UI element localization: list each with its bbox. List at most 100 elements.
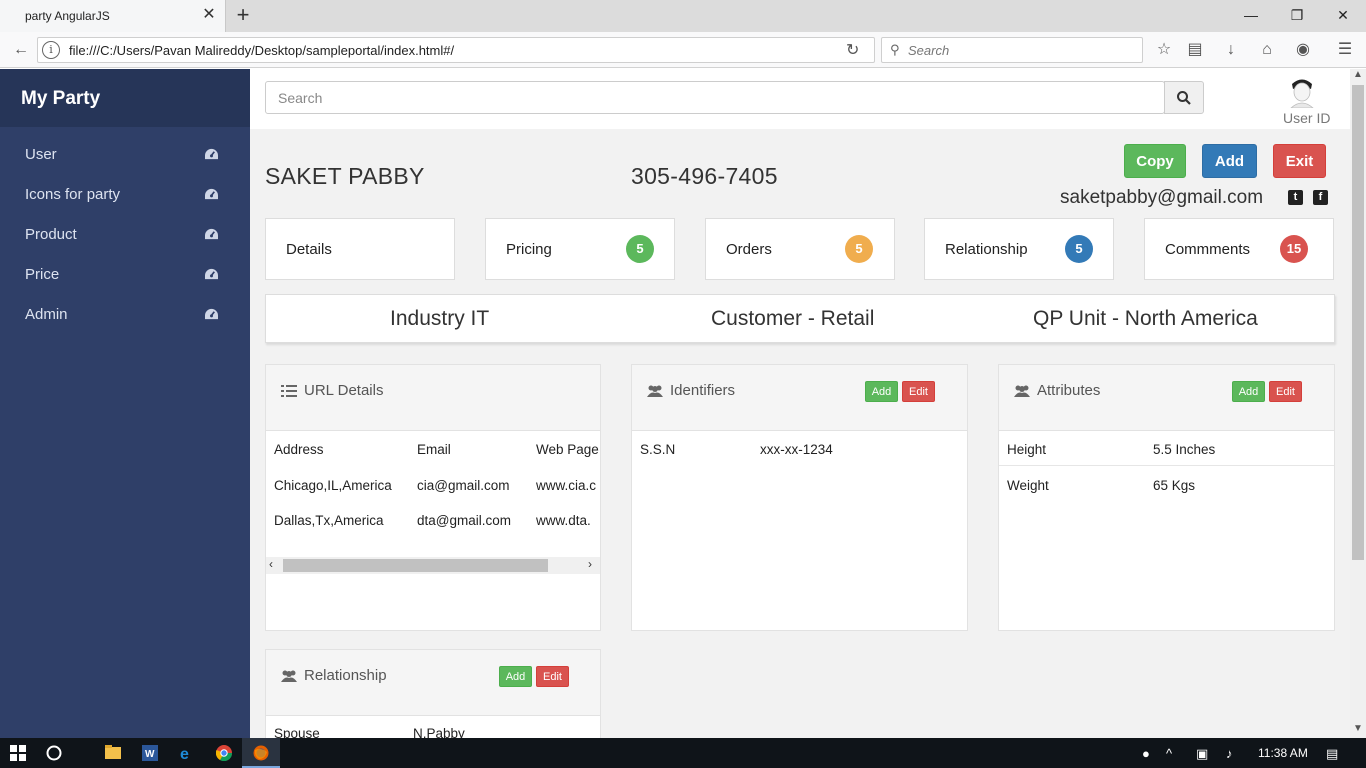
sidebar-item-price[interactable]: Price	[0, 254, 250, 294]
back-icon[interactable]: ←	[10, 40, 32, 60]
taskbar: W e ● ^ ▣ ♪ 11:38 AM ▤	[0, 738, 1366, 768]
vertical-scrollbar[interactable]: ▲ ▼	[1350, 69, 1366, 738]
browser-tab[interactable]: party AngularJS ✕	[0, 0, 226, 32]
identifiers-edit-button[interactable]: Edit	[902, 381, 935, 402]
brand-title: My Party	[21, 88, 101, 109]
url-details-panel: URL Details Address Email Web Page Chica…	[265, 364, 601, 631]
chrome-icon[interactable]	[205, 738, 243, 768]
sidebar-item-product[interactable]: Product	[0, 214, 250, 254]
party-email: saketpabby@gmail.com	[1060, 187, 1264, 208]
scroll-thumb[interactable]	[1352, 85, 1364, 560]
home-icon[interactable]: ⌂	[1256, 40, 1278, 60]
table-cell: www.dta.	[536, 513, 591, 528]
twitter-icon[interactable]: t	[1288, 190, 1303, 205]
user-avatar-icon[interactable]	[1289, 78, 1315, 108]
table-cell: xxx-xx-1234	[760, 442, 833, 457]
relationship-panel: Relationship Add Edit Spouse N.Pabby	[265, 649, 601, 738]
relationship-add-button[interactable]: Add	[499, 666, 532, 687]
reading-list-icon[interactable]: ▤	[1184, 40, 1206, 60]
menu-icon[interactable]: ☰	[1334, 40, 1356, 60]
stat-label: Relationship	[945, 241, 1028, 258]
table-cell: N.Pabby	[413, 726, 465, 738]
edge-icon[interactable]: e	[168, 738, 206, 768]
dashboard-icon	[205, 268, 218, 280]
info-icon[interactable]: i	[42, 41, 60, 59]
show-hidden-icons-icon[interactable]: ^	[1166, 746, 1172, 761]
table-cell: Height	[1007, 442, 1047, 457]
sidebar-item-user[interactable]: User	[0, 134, 250, 174]
minimize-icon[interactable]: —	[1236, 4, 1266, 26]
column-header: Email	[417, 442, 451, 457]
party-phone: 305-496-7405	[631, 163, 778, 189]
firefox-icon[interactable]	[242, 738, 280, 768]
close-tab-icon[interactable]: ✕	[200, 6, 218, 24]
tab-pricing[interactable]: Pricing 5	[485, 218, 675, 280]
search-group	[265, 81, 1204, 114]
sidebar-item-icons-for-party[interactable]: Icons for party	[0, 174, 250, 214]
sidebar-item-admin[interactable]: Admin	[0, 294, 250, 334]
dashboard-icon	[205, 148, 218, 160]
dashboard-icon	[205, 228, 218, 240]
list-icon	[281, 385, 297, 397]
stat-label: Orders	[726, 241, 772, 258]
scroll-left-icon[interactable]: ‹	[269, 557, 273, 571]
search-input[interactable]	[266, 82, 1146, 113]
search-button[interactable]	[1164, 81, 1204, 114]
attributes-edit-button[interactable]: Edit	[1269, 381, 1302, 402]
network-icon[interactable]: ▣	[1196, 746, 1208, 762]
windows-start-icon[interactable]	[10, 745, 26, 761]
attributes-add-button[interactable]: Add	[1232, 381, 1265, 402]
scroll-right-icon[interactable]: ›	[588, 557, 592, 571]
count-badge: 15	[1280, 235, 1308, 263]
users-icon	[281, 670, 297, 682]
scroll-up-icon[interactable]: ▲	[1353, 69, 1363, 80]
relationship-edit-button[interactable]: Edit	[536, 666, 569, 687]
horizontal-scrollbar[interactable]: ‹ ›	[266, 557, 600, 574]
industry-label: Industry IT	[390, 307, 490, 330]
window-close-icon[interactable]: ✕	[1328, 4, 1358, 26]
tab-orders[interactable]: Orders 5	[705, 218, 895, 280]
download-icon[interactable]: ↓	[1220, 40, 1242, 60]
sidebar: My Party User Icons for party Product Pr…	[0, 69, 250, 738]
tab-relationship[interactable]: Relationship 5	[924, 218, 1114, 280]
tab-details[interactable]: Details	[265, 218, 455, 280]
pocket-icon[interactable]: ◉	[1292, 40, 1314, 60]
clock[interactable]: 11:38 AM	[1258, 746, 1308, 760]
tray-notification-app-icon[interactable]: ●	[1142, 746, 1150, 761]
column-header: Address	[274, 442, 324, 457]
scroll-thumb[interactable]	[283, 559, 548, 572]
volume-icon[interactable]: ♪	[1226, 746, 1233, 761]
add-button[interactable]: Add	[1202, 144, 1257, 178]
file-explorer-icon[interactable]	[94, 738, 132, 768]
user-id-label[interactable]: User ID	[1283, 110, 1330, 126]
bookmark-star-icon[interactable]: ☆	[1153, 40, 1175, 60]
panel-header: Identifiers Add Edit	[632, 365, 967, 431]
restore-icon[interactable]: ❐	[1282, 4, 1312, 26]
panel-header: Relationship Add Edit	[266, 650, 600, 716]
count-badge: 5	[1065, 235, 1093, 263]
word-icon[interactable]: W	[131, 738, 169, 768]
column-header: Web Page	[536, 442, 599, 457]
search-icon: ⚲	[890, 42, 900, 57]
panel-title: Identifiers	[670, 382, 736, 399]
browser-tab-bar: party AngularJS ✕ + — ❐ ✕	[0, 0, 1366, 32]
new-tab-icon[interactable]: +	[232, 4, 254, 26]
identifiers-add-button[interactable]: Add	[865, 381, 898, 402]
tab-title: party AngularJS	[25, 9, 110, 23]
copy-button[interactable]: Copy	[1124, 144, 1186, 178]
facebook-icon[interactable]: f	[1313, 190, 1328, 205]
browser-nav-bar: ← i file:///C:/Users/Pavan Malireddy/Des…	[0, 32, 1366, 68]
address-bar[interactable]: i file:///C:/Users/Pavan Malireddy/Deskt…	[37, 37, 875, 63]
stat-label: Pricing	[506, 241, 552, 258]
cortana-icon[interactable]	[46, 745, 62, 761]
dashboard-icon	[205, 308, 218, 320]
browser-search-box[interactable]: ⚲ Search	[881, 37, 1143, 63]
scroll-down-icon[interactable]: ▼	[1353, 723, 1363, 734]
attributes-panel: Attributes Add Edit Height 5.5 Inches We…	[998, 364, 1335, 631]
exit-button[interactable]: Exit	[1273, 144, 1326, 178]
reload-icon[interactable]: ↻	[846, 40, 859, 60]
classification-strip: Industry IT Customer - Retail QP Unit - …	[265, 294, 1335, 343]
tab-comments[interactable]: Commments 15	[1144, 218, 1334, 280]
action-center-icon[interactable]: ▤	[1326, 746, 1338, 762]
browser-search-placeholder: Search	[908, 43, 950, 58]
